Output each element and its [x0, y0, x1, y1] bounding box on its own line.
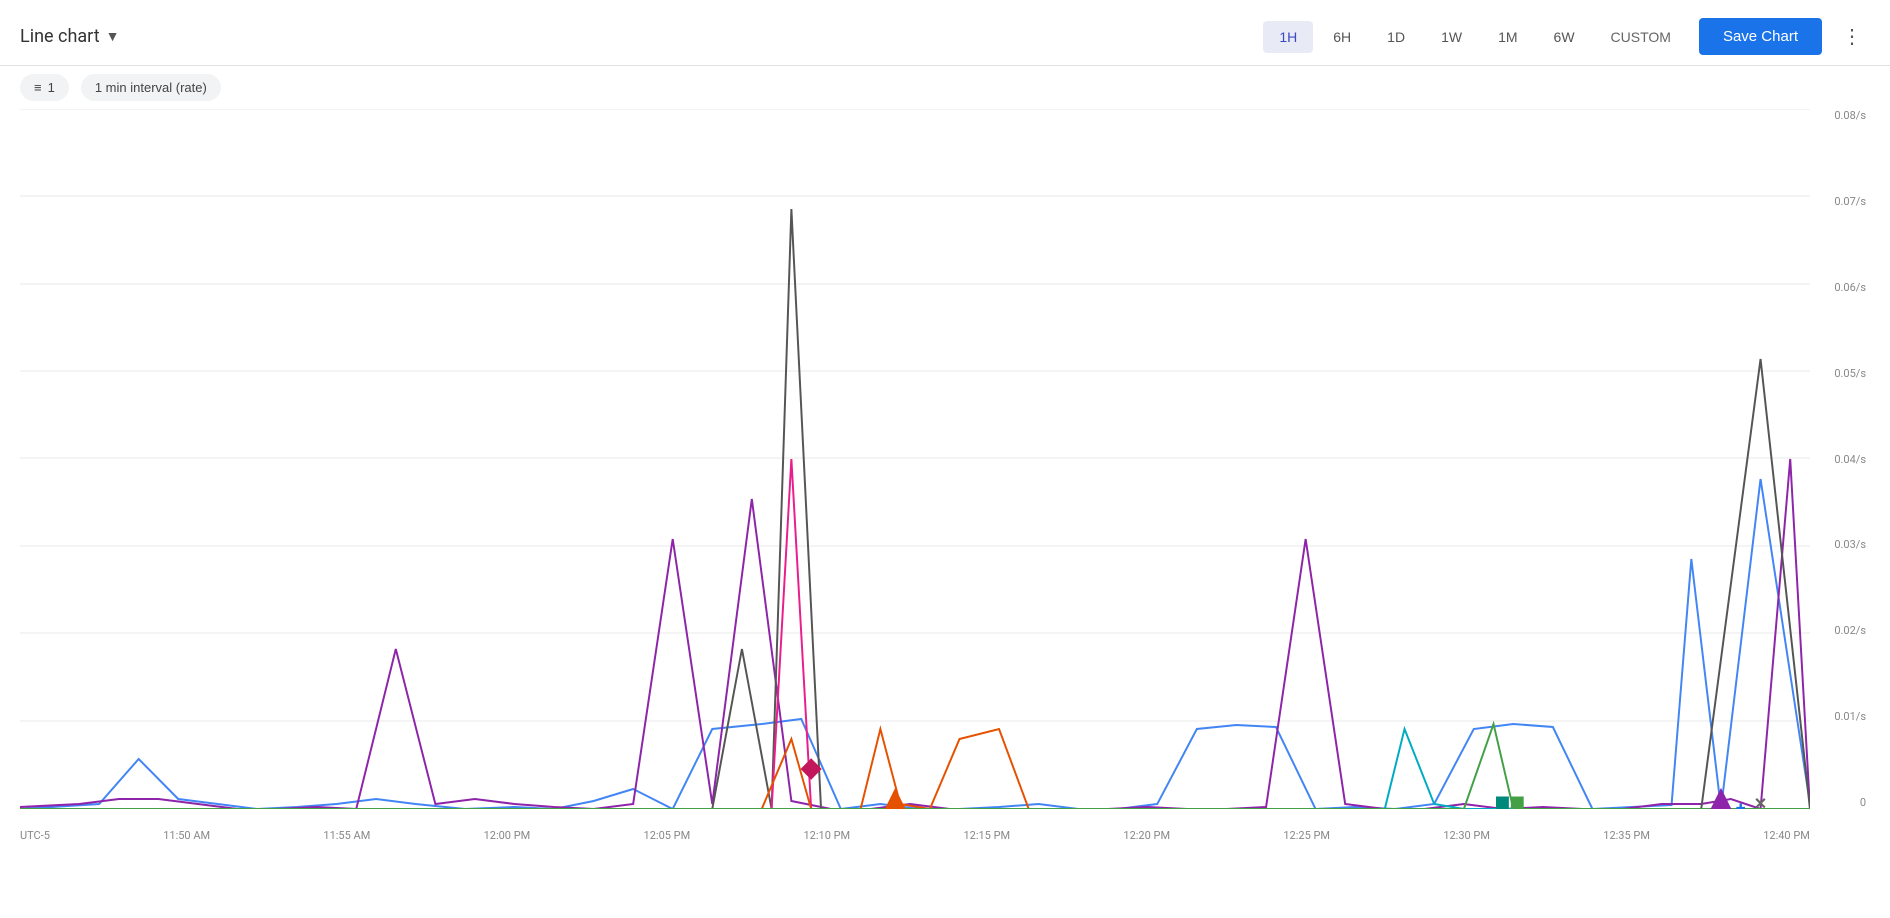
x-label-1215: 12:15 PM — [963, 829, 1010, 842]
filter-button[interactable]: ≡ 1 — [20, 74, 69, 101]
sub-header: ≡ 1 1 min interval (rate) — [0, 66, 1890, 109]
x-label-1225: 12:25 PM — [1283, 829, 1330, 842]
save-chart-button[interactable]: Save Chart — [1699, 18, 1822, 55]
header: Line chart ▼ 1H 6H 1D 1W 1M 6W CUSTOM Sa… — [0, 0, 1890, 66]
x-label-1155: 11:55 AM — [323, 829, 370, 842]
chart-type-dropdown-icon: ▼ — [106, 28, 120, 45]
chart-type-label: Line chart — [20, 26, 100, 47]
chart-type-selector[interactable]: Line chart ▼ — [20, 26, 1251, 47]
y-label-004: 0.04/s — [1812, 453, 1870, 466]
svg-text:+: + — [1736, 798, 1746, 809]
y-label-007: 0.07/s — [1812, 195, 1870, 208]
time-btn-1d[interactable]: 1D — [1371, 21, 1421, 53]
x-axis: UTC-5 11:50 AM 11:55 AM 12:00 PM 12:05 P… — [20, 823, 1810, 859]
more-options-button[interactable]: ⋮ — [1834, 20, 1870, 53]
time-btn-custom[interactable]: CUSTOM — [1595, 21, 1687, 53]
chart-svg: + ✕ — [20, 109, 1810, 809]
time-btn-1m[interactable]: 1M — [1482, 21, 1533, 53]
y-label-001: 0.01/s — [1812, 710, 1870, 723]
time-btn-6w[interactable]: 6W — [1538, 21, 1591, 53]
time-btn-1w[interactable]: 1W — [1425, 21, 1478, 53]
x-label-1220: 12:20 PM — [1123, 829, 1170, 842]
time-btn-6h[interactable]: 6H — [1317, 21, 1367, 53]
x-label-1205: 12:05 PM — [644, 829, 691, 842]
svg-text:✕: ✕ — [1754, 794, 1767, 809]
time-controls: 1H 6H 1D 1W 1M 6W CUSTOM — [1263, 21, 1687, 53]
y-label-002: 0.02/s — [1812, 624, 1870, 637]
interval-button[interactable]: 1 min interval (rate) — [81, 74, 221, 101]
x-label-1200: 12:00 PM — [484, 829, 531, 842]
chart-container: + ✕ 0 0.01/s 0.02/s 0.03/s 0.04/s 0.05/s… — [20, 109, 1870, 859]
x-label-1210: 12:10 PM — [804, 829, 851, 842]
chart-area: + ✕ — [20, 109, 1810, 809]
x-label-1235: 12:35 PM — [1603, 829, 1650, 842]
y-label-006: 0.06/s — [1812, 281, 1870, 294]
y-label-0: 0 — [1812, 796, 1870, 809]
y-label-008: 0.08/s — [1812, 109, 1870, 122]
x-label-1150: 11:50 AM — [163, 829, 210, 842]
y-label-005: 0.05/s — [1812, 367, 1870, 380]
time-btn-1h[interactable]: 1H — [1263, 21, 1313, 53]
filter-count: 1 — [48, 80, 55, 95]
x-label-utc: UTC-5 — [20, 829, 50, 842]
y-axis: 0 0.01/s 0.02/s 0.03/s 0.04/s 0.05/s 0.0… — [1812, 109, 1870, 809]
y-label-003: 0.03/s — [1812, 538, 1870, 551]
filter-icon: ≡ — [34, 80, 42, 95]
x-label-1240: 12:40 PM — [1763, 829, 1810, 842]
x-label-1230: 12:30 PM — [1443, 829, 1490, 842]
